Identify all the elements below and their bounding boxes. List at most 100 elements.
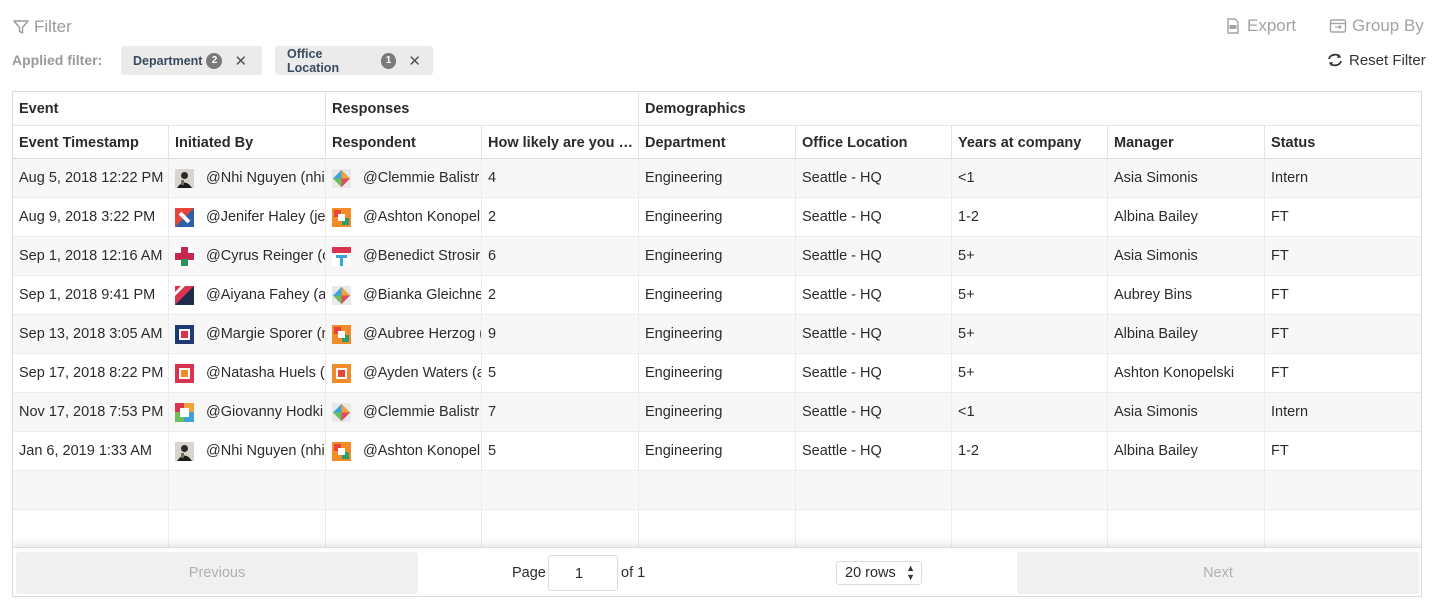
respondent-name[interactable]: @Aubree Herzog ( xyxy=(363,326,481,342)
initiated-by-name[interactable]: @Cyrus Reinger (c xyxy=(206,248,325,264)
cell-years: 5+ xyxy=(952,237,1108,276)
export-button[interactable]: Export xyxy=(1224,16,1296,36)
cell-respondent: @Bianka Gleichne xyxy=(326,276,482,315)
cell-years: 5+ xyxy=(952,315,1108,354)
table-row[interactable]: Aug 5, 2018 12:22 PM @Nhi Nguyen (nhi @Cle… xyxy=(13,159,1421,198)
cell-initiated-by: @Cyrus Reinger (c xyxy=(169,237,326,276)
initiated-by-name[interactable]: @Margie Sporer (r xyxy=(206,326,325,342)
cell-timestamp: Sep 1, 2018 12:16 AM xyxy=(13,237,169,276)
column-header-department[interactable]: Department xyxy=(639,126,796,159)
cell-initiated-by: @Margie Sporer (r xyxy=(169,315,326,354)
initiated-by-name[interactable]: @Aiyana Fahey (a xyxy=(206,287,325,303)
cell-department: Engineering xyxy=(639,354,796,393)
filter-button[interactable]: Filter xyxy=(12,16,72,38)
cell-years: 5+ xyxy=(952,276,1108,315)
respondent-name[interactable]: @Clemmie Balistr xyxy=(363,404,479,420)
column-header-status[interactable]: Status xyxy=(1265,126,1421,159)
cell-department: Engineering xyxy=(639,393,796,432)
table-row[interactable]: Sep 1, 2018 9:41 PM @Aiyana Fahey (a @Bian… xyxy=(13,276,1421,315)
avatar xyxy=(175,286,194,305)
cell-office-location: Seattle - HQ xyxy=(796,159,952,198)
reset-filter-button[interactable]: Reset Filter xyxy=(1326,51,1426,69)
data-table: Event Responses Demographics Event Times… xyxy=(12,91,1422,597)
cell-office-location: Seattle - HQ xyxy=(796,237,952,276)
respondent-name[interactable]: @Clemmie Balistr xyxy=(363,170,479,186)
chip-count-badge: 2 xyxy=(206,52,223,69)
cell-department: Engineering xyxy=(639,198,796,237)
cell-office-location xyxy=(796,510,952,549)
column-header-years-at-company[interactable]: Years at company xyxy=(952,126,1108,159)
cell-department: Engineering xyxy=(639,276,796,315)
cell-years xyxy=(952,471,1108,510)
cell-initiated-by: @Jenifer Haley (je xyxy=(169,198,326,237)
initiated-by-name[interactable]: @Nhi Nguyen (nhi xyxy=(206,443,325,459)
cell-respondent: @Ashton Konopel xyxy=(326,198,482,237)
cell-timestamp: Aug 9, 2018 3:22 PM xyxy=(13,198,169,237)
rows-per-page-select[interactable]: 20 rows ▲ ▼ xyxy=(836,561,922,585)
column-header-office-location[interactable]: Office Location xyxy=(796,126,952,159)
reset-filter-label: Reset Filter xyxy=(1349,51,1426,69)
export-label: Export xyxy=(1247,16,1297,35)
cell-score: 6 xyxy=(482,237,639,276)
avatar xyxy=(332,442,351,461)
respondent-name[interactable]: @Bianka Gleichne xyxy=(363,287,481,303)
cell-score: 5 xyxy=(482,432,639,471)
respondent-name[interactable]: @Benedict Strosir xyxy=(363,248,480,264)
table-row[interactable]: Aug 9, 2018 3:22 PM @Jenifer Haley (je @As… xyxy=(13,198,1421,237)
table-row[interactable]: Sep 1, 2018 12:16 AM @Cyrus Reinger (c @Be… xyxy=(13,237,1421,276)
group-by-button[interactable]: Group By xyxy=(1329,16,1424,36)
group-header-demographics: Demographics xyxy=(639,92,1421,125)
avatar xyxy=(332,364,351,383)
cell-initiated-by: @Natasha Huels ( xyxy=(169,354,326,393)
page-number-input[interactable]: 1 xyxy=(548,555,618,591)
cell-manager: Asia Simonis xyxy=(1108,393,1265,432)
cell-status: FT xyxy=(1271,443,1289,459)
column-header-event-timestamp[interactable]: Event Timestamp xyxy=(13,126,169,159)
cell-years: 5+ xyxy=(952,354,1108,393)
initiated-by-name[interactable]: @Natasha Huels ( xyxy=(206,365,325,381)
table-row[interactable]: Sep 13, 2018 3:05 AM @Margie Sporer (r @Au… xyxy=(13,315,1421,354)
cell-department: Engineering xyxy=(639,432,796,471)
filter-label: Filter xyxy=(34,17,72,36)
cell-respondent xyxy=(326,510,482,549)
previous-button[interactable]: Previous xyxy=(16,552,418,594)
cell-manager: Asia Simonis xyxy=(1108,237,1265,276)
cell-timestamp xyxy=(13,471,169,510)
column-header-respondent[interactable]: Respondent xyxy=(326,126,482,159)
next-button[interactable]: Next xyxy=(1017,552,1419,594)
cell-initiated-by: @Giovanny Hodki xyxy=(169,393,326,432)
close-icon[interactable]: ✕ xyxy=(234,52,247,70)
column-header-initiated-by[interactable]: Initiated By xyxy=(169,126,326,159)
cell-status: FT xyxy=(1271,209,1289,225)
initiated-by-name[interactable]: @Jenifer Haley (je xyxy=(206,209,325,225)
table-row[interactable]: Jan 6, 2019 1:33 AM @Nhi Nguyen (nhi @Asht… xyxy=(13,432,1421,471)
column-header-manager[interactable]: Manager xyxy=(1108,126,1265,159)
avatar xyxy=(332,208,351,227)
filter-chip-department[interactable]: Department 2 ✕ xyxy=(121,46,262,75)
cell-manager: Albina Bailey xyxy=(1108,198,1265,237)
chip-label: Office Location xyxy=(287,46,340,75)
cell-office-location: Seattle - HQ xyxy=(796,276,952,315)
cell-status xyxy=(1265,471,1421,510)
cell-office-location: Seattle - HQ xyxy=(796,393,952,432)
respondent-name[interactable]: @Ashton Konopel xyxy=(363,209,480,225)
cell-status: Intern xyxy=(1271,170,1309,186)
cell-years xyxy=(952,510,1108,549)
cell-status xyxy=(1265,510,1421,549)
column-header-row: Event Timestamp Initiated By Respondent … xyxy=(13,125,1421,159)
table-row[interactable]: Nov 17, 2018 7:53 PM @Giovanny Hodki @Clem… xyxy=(13,393,1421,432)
initiated-by-name[interactable]: @Nhi Nguyen (nhi xyxy=(206,170,325,186)
column-header-how-likely[interactable]: How likely are you … xyxy=(482,126,639,159)
table-row[interactable]: Sep 17, 2018 8:22 PM @Natasha Huels (@Ayd… xyxy=(13,354,1421,393)
cell-status: Intern xyxy=(1271,404,1309,420)
filter-chip-office-location[interactable]: Office Location 1 ✕ xyxy=(275,46,433,75)
initiated-by-name[interactable]: @Giovanny Hodki xyxy=(206,404,323,420)
cell-score: 2 xyxy=(482,276,639,315)
cell-years: <1 xyxy=(952,393,1108,432)
cell-manager: Ashton Konopelski xyxy=(1108,354,1265,393)
respondent-name[interactable]: @Ayden Waters (a xyxy=(363,365,481,381)
refresh-icon xyxy=(1328,53,1342,67)
avatar xyxy=(332,286,351,305)
close-icon[interactable]: ✕ xyxy=(408,52,421,70)
respondent-name[interactable]: @Ashton Konopel xyxy=(363,443,480,459)
